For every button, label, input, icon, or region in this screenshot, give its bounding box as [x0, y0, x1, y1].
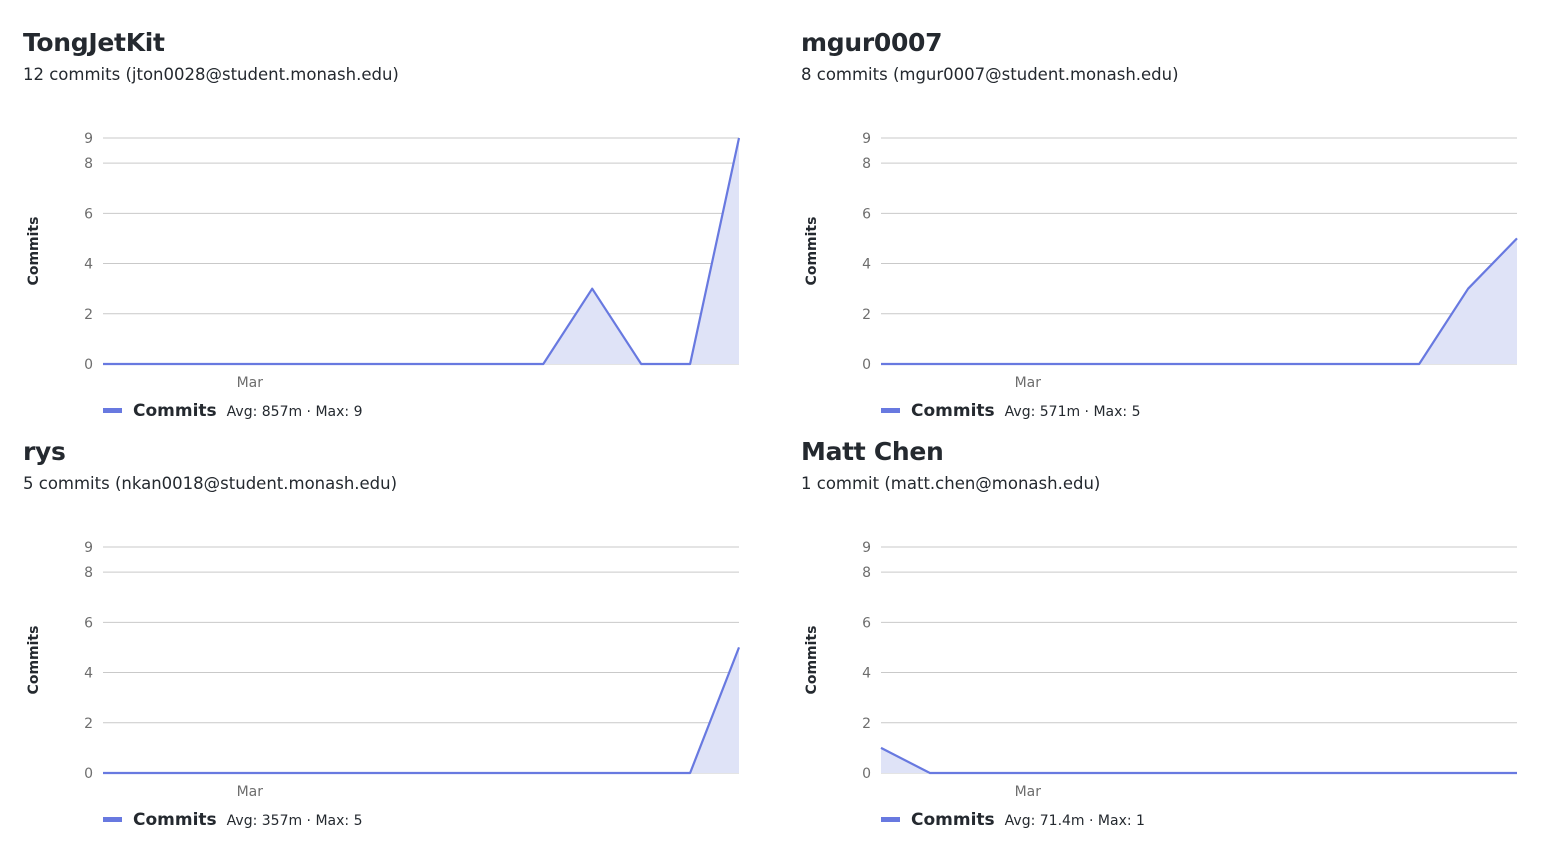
y-tick-label: 4	[84, 666, 93, 682]
y-tick-label: 2	[84, 716, 93, 732]
legend-series-name: Commits	[133, 810, 217, 830]
y-tick-label: 8	[84, 565, 93, 581]
legend-stats: Avg: 357m · Max: 5	[227, 813, 363, 829]
y-tick-label: 9	[862, 540, 871, 556]
y-tick-label: 0	[862, 357, 871, 373]
y-tick-label: 2	[862, 716, 871, 732]
contributor-name: TongJetKit	[23, 28, 165, 57]
contributor-panel-1: TongJetKit 12 commits (jton0028@student.…	[23, 28, 763, 433]
y-tick-label: 4	[862, 666, 871, 682]
y-axis-title: Commits	[804, 626, 820, 695]
y-tick-label: 6	[84, 206, 93, 222]
series-line	[881, 237, 1518, 366]
y-tick-label: 6	[862, 615, 871, 631]
y-tick-label: 0	[84, 357, 93, 373]
y-tick-label: 4	[862, 257, 871, 273]
y-axis-title: Commits	[26, 217, 42, 286]
y-tick-label: 8	[862, 565, 871, 581]
contributor-name: mgur0007	[801, 28, 943, 57]
y-tick-label: 6	[862, 206, 871, 222]
y-tick-label: 8	[862, 156, 871, 172]
series-area	[881, 747, 1517, 773]
contributor-name: Matt Chen	[801, 437, 944, 466]
contributor-panel-2: mgur0007 8 commits (mgur0007@student.mon…	[801, 28, 1541, 433]
legend-swatch	[881, 817, 900, 822]
legend-series-name: Commits	[133, 401, 217, 421]
legend-stats: Avg: 71.4m · Max: 1	[1005, 813, 1145, 829]
x-tick-label: Mar	[237, 784, 264, 800]
y-tick-label: 9	[84, 540, 93, 556]
y-tick-label: 2	[862, 307, 871, 323]
x-tick-label: Mar	[1015, 375, 1042, 391]
series-line	[880, 746, 1517, 775]
y-tick-label: 2	[84, 307, 93, 323]
y-axis-title: Commits	[804, 217, 820, 286]
commits-chart: 0 2 4 6 8 9 Mar Commits Commits Avg: 71.4m · Max:…	[804, 540, 1517, 830]
y-tick-label: 9	[862, 131, 871, 147]
contributor-name: rys	[23, 437, 66, 466]
legend-series-name: Commits	[911, 401, 995, 421]
series-line	[103, 137, 741, 366]
series-area	[103, 647, 739, 773]
y-tick-label: 8	[84, 156, 93, 172]
commits-chart: 0 2 4 6 8 9 Mar Commits Commits Avg: 571m · Max: …	[804, 131, 1518, 421]
y-tick-label: 0	[862, 766, 871, 782]
contributor-panel-4: Matt Chen 1 commit (matt.chen@monash.edu…	[801, 437, 1541, 842]
commits-chart: 0 2 4 6 8 9 Mar Commits Commits Avg: 357m · Max: …	[26, 540, 741, 830]
commits-chart: 0 2 4 6 8 9 Mar Commits Commits Avg: 857m · Max: …	[26, 131, 741, 421]
contributor-panel-3: rys 5 commits (nkan0018@student.monash.e…	[23, 437, 763, 842]
x-tick-label: Mar	[237, 375, 264, 391]
legend-swatch	[881, 408, 900, 413]
legend-series-name: Commits	[911, 810, 995, 830]
series-area	[881, 238, 1517, 364]
legend-swatch	[103, 817, 122, 822]
y-tick-label: 9	[84, 131, 93, 147]
y-axis-title: Commits	[26, 626, 42, 695]
series-area	[103, 138, 739, 364]
series-line	[103, 647, 741, 775]
legend-stats: Avg: 571m · Max: 5	[1005, 404, 1141, 420]
x-tick-label: Mar	[1015, 784, 1042, 800]
legend-stats: Avg: 857m · Max: 9	[227, 404, 363, 420]
y-tick-label: 0	[84, 766, 93, 782]
y-tick-label: 6	[84, 615, 93, 631]
legend-swatch	[103, 408, 122, 413]
y-tick-label: 4	[84, 257, 93, 273]
